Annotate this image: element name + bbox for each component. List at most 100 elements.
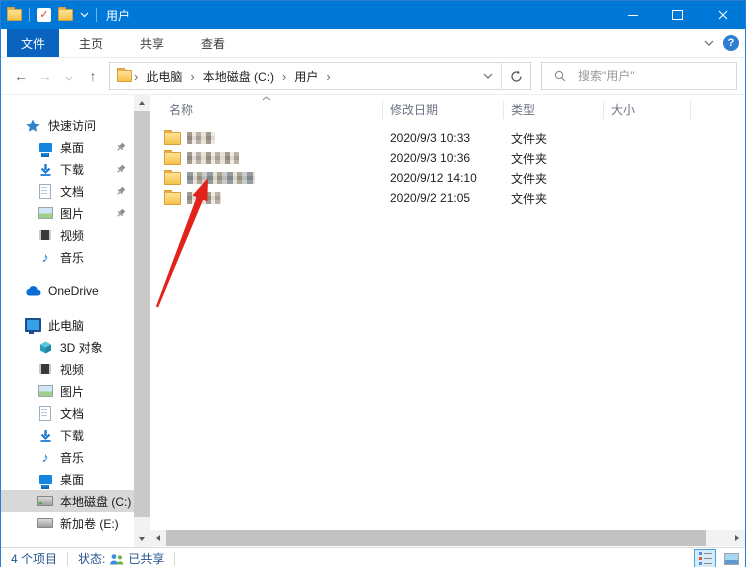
- titlebar-separator: [96, 8, 97, 22]
- redacted-folder-name: [187, 192, 221, 204]
- close-button[interactable]: [700, 1, 745, 29]
- maximize-button[interactable]: [655, 1, 700, 29]
- item-count: 4 个项目: [1, 550, 67, 567]
- sidebar-item-pc-music[interactable]: ♪ 音乐: [1, 446, 134, 468]
- help-button[interactable]: ?: [723, 35, 739, 51]
- details-view-icon: [699, 552, 712, 565]
- sidebar-item-local-disk-c[interactable]: 本地磁盘 (C:): [1, 490, 134, 512]
- file-date: 2020/9/12 14:10: [383, 171, 504, 185]
- breadcrumb-users[interactable]: 用户: [288, 68, 324, 85]
- sidebar-item-pictures[interactable]: 图片: [1, 202, 134, 224]
- column-header-type[interactable]: 类型: [504, 101, 604, 119]
- search-box[interactable]: [541, 62, 737, 90]
- breadcrumb-separator-icon: ›: [280, 69, 288, 84]
- file-date: 2020/9/2 21:05: [383, 191, 504, 205]
- redacted-folder-name: [187, 152, 239, 164]
- up-button[interactable]: ↑: [81, 68, 105, 84]
- refresh-button[interactable]: [501, 63, 530, 89]
- pin-icon: [116, 208, 126, 218]
- scroll-left-button[interactable]: [150, 530, 166, 546]
- video-icon: [37, 364, 53, 374]
- shared-people-icon: [109, 553, 124, 565]
- scroll-left-icon: [156, 535, 160, 541]
- file-date: 2020/9/3 10:33: [383, 131, 504, 145]
- sidebar-item-videos[interactable]: 视频: [1, 224, 134, 246]
- scrollbar-thumb[interactable]: [134, 111, 150, 517]
- tab-view[interactable]: 查看: [184, 29, 242, 57]
- breadcrumb-separator-icon: ›: [132, 69, 140, 84]
- scroll-right-button[interactable]: [729, 530, 745, 546]
- sidebar-item-pc-pictures[interactable]: 图片: [1, 380, 134, 402]
- forward-button[interactable]: →: [33, 68, 57, 84]
- scroll-right-icon: [735, 535, 739, 541]
- tab-file[interactable]: 文件: [7, 29, 59, 57]
- minimize-button[interactable]: [610, 1, 655, 29]
- sidebar-item-onedrive[interactable]: OneDrive: [1, 280, 134, 302]
- horizontal-scrollbar[interactable]: [150, 530, 745, 546]
- file-type: 文件夹: [504, 170, 604, 187]
- tab-share[interactable]: 共享: [123, 29, 181, 57]
- column-header-date-modified[interactable]: 修改日期: [383, 101, 504, 119]
- file-list-pane: 名称 修改日期 类型 大小 2020/9/3 10:33 文件夹 2020/9/…: [150, 95, 745, 547]
- address-bar[interactable]: › 此电脑 › 本地磁盘 (C:) › 用户 ›: [109, 62, 531, 90]
- breadcrumb-local-disk-c[interactable]: 本地磁盘 (C:): [197, 68, 280, 85]
- folder-icon: [164, 192, 181, 205]
- properties-quick-access-icon[interactable]: ✓: [37, 8, 51, 22]
- sidebar-item-desktop[interactable]: 桌面: [1, 136, 134, 158]
- this-pc-icon: [25, 318, 41, 332]
- tab-home[interactable]: 主页: [62, 29, 120, 57]
- redacted-folder-name: [187, 132, 215, 144]
- new-folder-quick-access-icon[interactable]: [58, 9, 73, 21]
- sidebar-item-downloads[interactable]: 下载: [1, 158, 134, 180]
- details-view-button[interactable]: [694, 549, 716, 569]
- sort-ascending-icon: [262, 96, 271, 101]
- sidebar-label: 快速访问: [48, 117, 96, 134]
- sidebar-item-documents[interactable]: 文档: [1, 180, 134, 202]
- ribbon-tab-bar: 文件 主页 共享 查看 ?: [1, 29, 745, 58]
- page-background: [0, 567, 746, 575]
- customize-qat-chevron-icon[interactable]: [80, 12, 89, 18]
- sidebar-item-music[interactable]: ♪ 音乐: [1, 246, 134, 268]
- scrollbar-thumb[interactable]: [166, 530, 706, 546]
- file-row-arrow-target[interactable]: 2020/9/12 14:10 文件夹: [150, 168, 745, 188]
- recent-locations-chevron-icon[interactable]: [57, 68, 81, 84]
- sidebar-item-new-volume-e[interactable]: 新加卷 (E:): [1, 512, 134, 534]
- address-dropdown-chevron-icon[interactable]: [475, 73, 501, 79]
- music-icon: ♪: [37, 251, 53, 263]
- column-header-size[interactable]: 大小: [604, 101, 691, 119]
- title-bar: ✓ 用户: [1, 1, 745, 29]
- collapse-ribbon-chevron-icon[interactable]: [704, 40, 714, 46]
- scroll-down-button[interactable]: [134, 531, 150, 547]
- thumbnails-view-button[interactable]: [720, 549, 742, 569]
- sidebar-vertical-scrollbar[interactable]: [134, 95, 150, 547]
- address-folder-icon: [117, 70, 132, 82]
- file-row[interactable]: 2020/9/3 10:33 文件夹: [150, 128, 745, 148]
- file-row[interactable]: 2020/9/3 10:36 文件夹: [150, 148, 745, 168]
- sidebar-item-pc-videos[interactable]: 视频: [1, 358, 134, 380]
- folder-icon: [164, 172, 181, 185]
- main-area: 快速访问 桌面 下载 文档: [1, 94, 745, 547]
- sidebar-item-this-pc[interactable]: 此电脑: [1, 314, 134, 336]
- desktop-icon: [37, 475, 53, 484]
- download-icon: [37, 429, 53, 442]
- breadcrumb-this-pc[interactable]: 此电脑: [140, 68, 188, 85]
- scroll-up-button[interactable]: [134, 95, 150, 111]
- document-icon: [37, 406, 53, 421]
- sidebar-item-pc-desktop[interactable]: 桌面: [1, 468, 134, 490]
- download-icon: [37, 163, 53, 176]
- column-header-name[interactable]: 名称: [150, 101, 383, 119]
- 3d-cube-icon: [37, 341, 53, 354]
- file-row[interactable]: 2020/9/2 21:05 文件夹: [150, 188, 745, 208]
- sidebar-item-3d-objects[interactable]: 3D 对象: [1, 336, 134, 358]
- sidebar-item-quick-access[interactable]: 快速访问: [1, 114, 134, 136]
- breadcrumb-separator-icon: ›: [188, 69, 196, 84]
- titlebar-separator: [29, 8, 30, 22]
- close-icon: [718, 10, 728, 20]
- sidebar-item-pc-documents[interactable]: 文档: [1, 402, 134, 424]
- sidebar-item-pc-downloads[interactable]: 下载: [1, 424, 134, 446]
- search-input[interactable]: [576, 68, 730, 84]
- back-button[interactable]: ←: [9, 68, 33, 84]
- file-type: 文件夹: [504, 190, 604, 207]
- pictures-icon: [37, 207, 53, 219]
- status-bar: 4 个项目 状态: 已共享: [1, 547, 745, 569]
